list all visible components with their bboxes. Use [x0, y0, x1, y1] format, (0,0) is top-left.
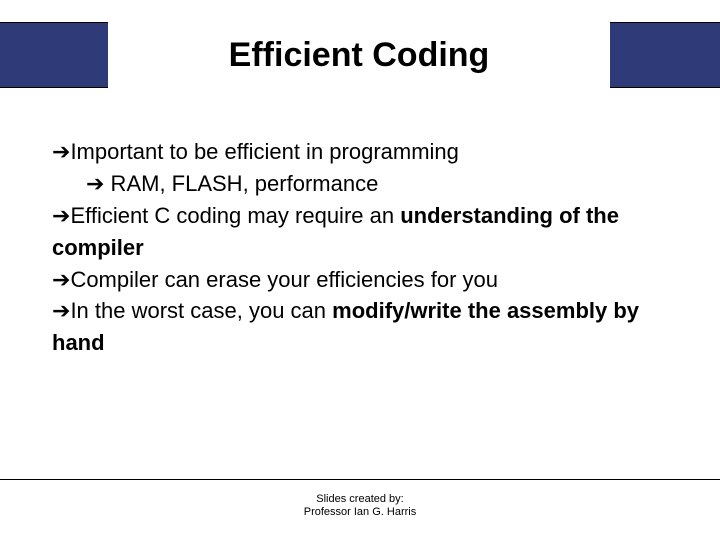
bullet-icon: ➔ [52, 298, 70, 323]
footer: Slides created by: Professor Ian G. Harr… [0, 493, 720, 521]
bullet-text: In the worst case, you can [70, 298, 332, 323]
bullet-item: ➔Compiler can erase your efficiencies fo… [52, 264, 668, 296]
sub-bullet-item: ➔ RAM, FLASH, performance [52, 168, 668, 200]
bullet-text: Compiler can erase your efficiencies for… [70, 267, 498, 292]
bullet-item: ➔In the worst case, you can modify/write… [52, 295, 668, 359]
slide-title: Efficient Coding [108, 22, 610, 88]
bullet-icon: ➔ [52, 267, 70, 292]
bullet-text: RAM, FLASH, performance [104, 171, 378, 196]
bullet-item: ➔Efficient C coding may require an under… [52, 200, 668, 264]
bullet-text: Efficient C coding may require an [70, 203, 400, 228]
footer-line: Professor Ian G. Harris [0, 506, 720, 520]
slide: Efficient Coding ➔Important to be effici… [0, 0, 720, 540]
bullet-text: Important to be efficient in programming [70, 139, 458, 164]
bullet-icon: ➔ [52, 139, 70, 164]
footer-line: Slides created by: [0, 493, 720, 507]
bullet-icon: ➔ [52, 203, 70, 228]
footer-divider [0, 479, 720, 480]
bullet-icon: ➔ [86, 171, 104, 196]
slide-body: ➔Important to be efficient in programmin… [52, 136, 668, 359]
bullet-item: ➔Important to be efficient in programmin… [52, 136, 668, 168]
